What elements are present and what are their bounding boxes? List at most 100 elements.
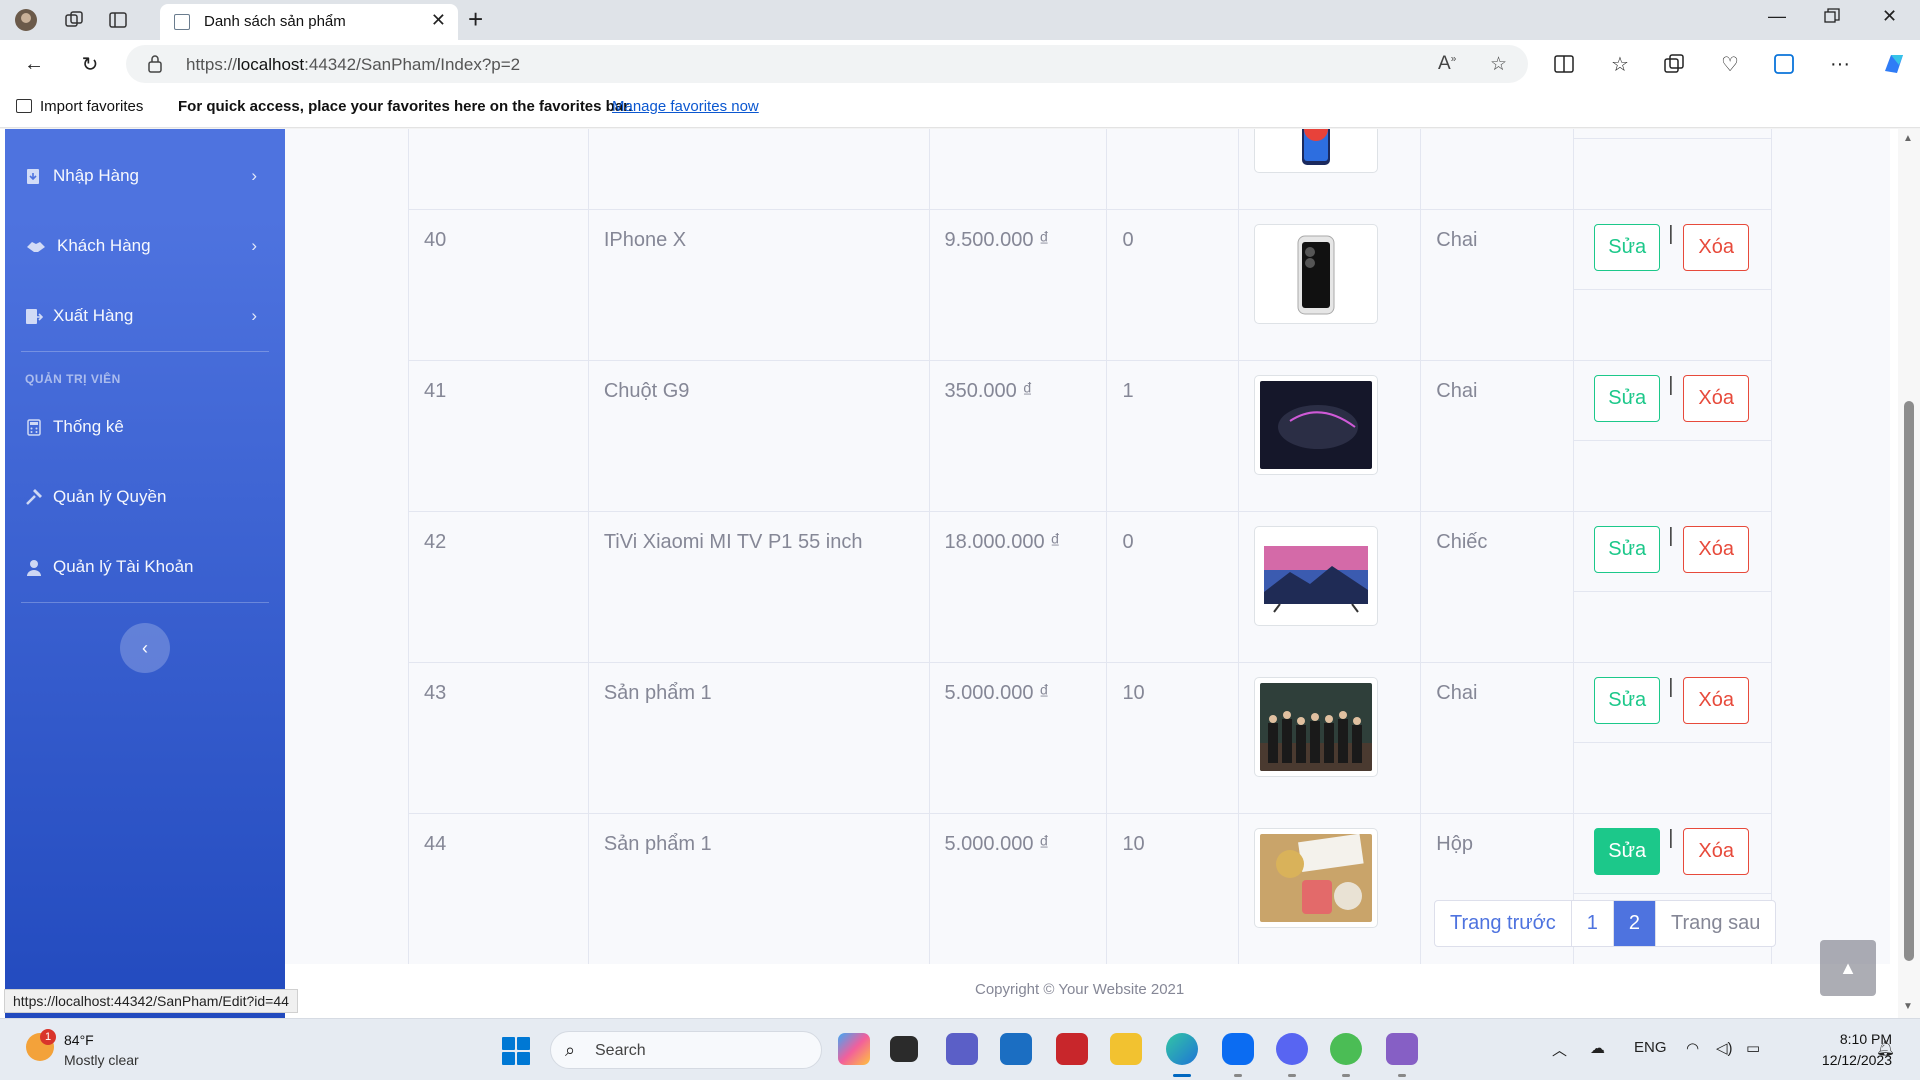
export-icon	[25, 307, 43, 325]
wifi-icon[interactable]: ◠	[1686, 1039, 1699, 1057]
pagination-page-1[interactable]: 1	[1572, 901, 1614, 946]
import-favorites-label: Import favorites	[40, 98, 144, 115]
weather-description[interactable]: Mostly clear	[64, 1052, 139, 1068]
product-price-cell	[928, 129, 1108, 210]
weather-temperature[interactable]: 84°F	[64, 1032, 94, 1048]
notification-bell-icon[interactable]: 🔔︎	[1876, 1039, 1895, 1057]
close-window-icon[interactable]: ✕	[1882, 6, 1897, 27]
tab-actions-icon[interactable]	[106, 8, 130, 32]
close-tab-icon[interactable]: ✕	[431, 10, 446, 31]
more-options-icon[interactable]: ···	[1826, 50, 1854, 78]
table-row: 43 Sản phẩm 1 5.000.000 ₫ 10 Chai Sửa |	[408, 662, 1772, 814]
sidebar-item-khach-hang[interactable]: Khách Hàng ›	[25, 231, 265, 261]
page-favicon-icon	[174, 14, 190, 30]
restore-icon[interactable]	[1824, 8, 1840, 29]
sidebar-item-nhap-hang[interactable]: Nhập Hàng ›	[25, 161, 265, 191]
browser-essentials-icon[interactable]: ♡	[1716, 50, 1744, 78]
language-indicator[interactable]: ENG	[1634, 1039, 1667, 1056]
battery-icon[interactable]: ▭	[1746, 1039, 1760, 1057]
delete-button[interactable]: Xóa	[1683, 375, 1750, 422]
tab-active[interactable]: Danh sách sản phẩm ✕	[160, 4, 458, 40]
action-group: Sửa | Xóa	[1574, 223, 1771, 360]
address-bar[interactable]: https://localhost:44342/SanPham/Index?p=…	[126, 45, 1528, 83]
back-icon[interactable]: ←	[20, 50, 48, 78]
git-client-app-icon[interactable]	[1330, 1033, 1362, 1065]
edit-button[interactable]: Sửa	[1594, 828, 1661, 875]
chevron-right-icon: ›	[251, 166, 257, 185]
sidebar-item-quan-ly-quyen[interactable]: Quản lý Quyền	[25, 482, 265, 512]
start-button[interactable]	[502, 1037, 530, 1065]
scrollbar-thumb[interactable]	[1904, 401, 1914, 961]
sidebar-toggle-button[interactable]: ‹	[120, 623, 170, 673]
iphone-image	[1297, 235, 1335, 315]
pagination-prev[interactable]: Trang trước	[1435, 901, 1572, 946]
edit-button[interactable]: Sửa	[1594, 375, 1661, 422]
favorites-icon[interactable]: ☆	[1606, 50, 1634, 78]
volume-icon[interactable]: ◁)	[1716, 1039, 1733, 1057]
onedrive-icon[interactable]: ☁	[1590, 1039, 1605, 1057]
minimize-icon[interactable]: —	[1768, 6, 1786, 27]
table-row: 41 Chuột G9 350.000 ₫ 1 Chai Sửa | Xóa	[408, 360, 1772, 512]
split-screen-icon[interactable]	[1550, 50, 1578, 78]
vertical-scrollbar[interactable]: ▲ ▼	[1898, 129, 1920, 1018]
pagination-page-2[interactable]: 2	[1613, 901, 1657, 946]
product-thumbnail	[1254, 129, 1379, 173]
visual-studio-app-icon[interactable]	[1386, 1033, 1418, 1065]
chevron-up-icon: ▲	[1839, 957, 1857, 978]
delete-button[interactable]: Xóa	[1683, 526, 1750, 573]
task-view-app-icon[interactable]	[890, 1036, 918, 1062]
product-price-cell: 5.000.000 ₫	[928, 813, 1108, 965]
discord-app-icon[interactable]	[1276, 1033, 1308, 1065]
product-name-cell	[587, 129, 930, 210]
delete-button[interactable]: Xóa	[1683, 828, 1750, 875]
product-unit-cell: Chai	[1420, 662, 1575, 814]
product-image-cell	[1238, 511, 1422, 663]
action-group: Sửa | Xóa	[1574, 525, 1771, 662]
delete-button[interactable]: Xóa	[1683, 677, 1750, 724]
product-price-cell: 350.000 ₫	[928, 360, 1108, 512]
product-image-cell	[1238, 813, 1422, 965]
favorite-star-icon[interactable]: ☆	[1490, 53, 1507, 76]
zalo-app-icon[interactable]	[1222, 1033, 1254, 1065]
scroll-down-arrow-icon[interactable]: ▼	[1903, 1001, 1913, 1012]
pagination-next[interactable]: Trang sau	[1656, 901, 1775, 946]
edge-app-icon[interactable]	[1166, 1033, 1198, 1065]
lock-icon[interactable]	[148, 55, 162, 78]
show-hidden-icons-icon[interactable]: ︿	[1552, 1039, 1567, 1060]
edit-button[interactable]: Sửa	[1594, 526, 1661, 573]
sidebar-item-xuat-hang[interactable]: Xuất Hàng ›	[25, 301, 265, 331]
workspaces-icon[interactable]	[62, 8, 86, 32]
new-tab-icon[interactable]: +	[468, 4, 483, 35]
mail-app-icon[interactable]	[1000, 1033, 1032, 1065]
copilot-icon[interactable]	[1880, 50, 1908, 78]
collections-icon[interactable]	[1660, 50, 1688, 78]
import-favorites-button[interactable]: Import favorites	[16, 98, 143, 115]
scroll-up-arrow-icon[interactable]: ▲	[1903, 133, 1913, 144]
edge-sidebar-icon[interactable]	[1770, 50, 1798, 78]
read-aloud-icon[interactable]: A»	[1438, 53, 1456, 75]
edit-button[interactable]: Sửa	[1594, 677, 1661, 724]
product-image-cell	[1238, 662, 1422, 814]
product-table: Sửa | Xóa 40 IPhone X 9.500.000 ₫ 0	[408, 129, 1772, 965]
copilot-preview-app-icon[interactable]	[838, 1033, 870, 1065]
action-group: Sửa | Xóa	[1574, 129, 1771, 209]
teams-app-icon[interactable]	[946, 1033, 978, 1065]
product-qty-cell: 10	[1106, 662, 1240, 814]
sidebar-item-label: Quản lý Quyền	[53, 487, 167, 506]
taskbar-search[interactable]: ⌕ Search	[550, 1031, 822, 1069]
delete-button[interactable]: Xóa	[1683, 224, 1750, 271]
office-app-icon[interactable]	[1056, 1033, 1088, 1065]
sidebar-item-label: Thống kê	[53, 417, 124, 436]
user-icon	[25, 558, 43, 576]
sidebar-item-thong-ke[interactable]: Thống kê	[25, 412, 265, 442]
scroll-to-top-button[interactable]: ▲	[1820, 940, 1876, 996]
sidebar-item-label: Nhập Hàng	[53, 166, 140, 185]
profile-avatar-icon[interactable]	[14, 8, 38, 32]
refresh-icon[interactable]: ↻	[76, 50, 104, 78]
product-id-cell: 41	[408, 360, 589, 512]
sidebar-item-quan-ly-tai-khoan[interactable]: Quản lý Tài Khoản	[25, 552, 265, 582]
edit-button[interactable]: Sửa	[1594, 224, 1661, 271]
product-unit-cell	[1420, 129, 1575, 210]
file-explorer-app-icon[interactable]	[1110, 1033, 1142, 1065]
manage-favorites-link[interactable]: Manage favorites now	[612, 98, 759, 115]
